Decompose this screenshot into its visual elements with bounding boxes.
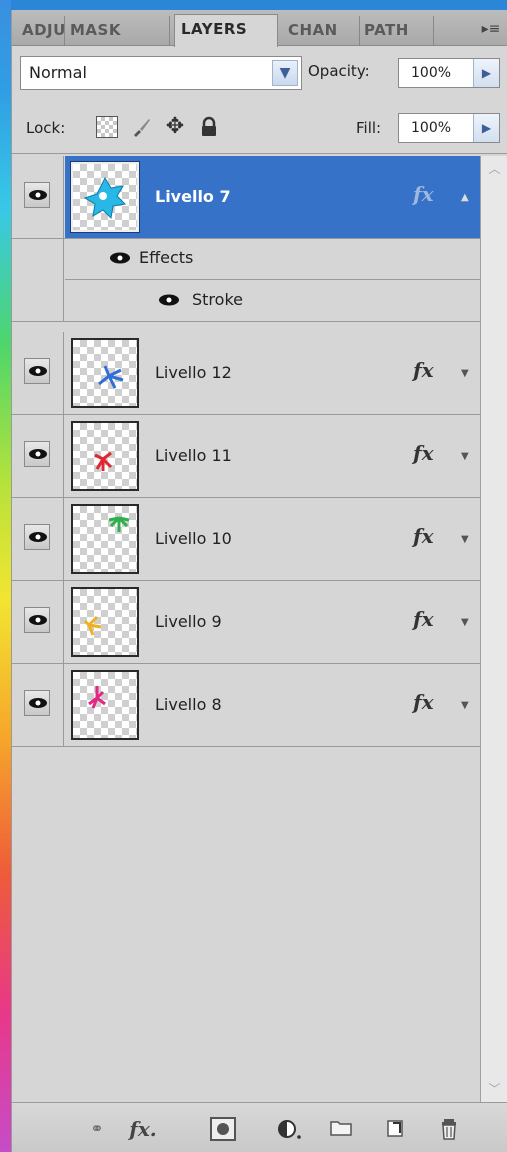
opacity-value: 100% (411, 65, 452, 81)
layers-list: Livello 7 fx ▲ Effects Stroke Livello 12… (12, 156, 480, 747)
expand-effects-icon[interactable]: ▼ (461, 700, 469, 711)
layer-name: Livello 8 (155, 695, 222, 714)
fill-slider-arrow-icon[interactable]: ▶ (473, 114, 499, 142)
expand-effects-icon[interactable]: ▼ (461, 617, 469, 628)
blend-mode-value: Normal (29, 63, 87, 82)
visibility-column (12, 238, 64, 321)
lock-label: Lock: (26, 119, 66, 137)
opacity-label: Opacity: (308, 62, 370, 80)
layer-row[interactable]: Livello 9 fx ▼ (12, 581, 480, 664)
collapse-effects-icon[interactable]: ▲ (461, 192, 469, 203)
layer-thumbnail (71, 670, 139, 740)
effects-label: Effects (139, 248, 194, 267)
layers-bottom-toolbar: ⚭ fx. (12, 1102, 507, 1152)
opacity-field[interactable]: 100% ▶ (398, 58, 500, 88)
stroke-label: Stroke (192, 290, 243, 309)
layer-name: Livello 12 (155, 363, 232, 382)
new-adjustment-layer-icon[interactable] (274, 1117, 304, 1141)
lock-row: Lock: ✥ Fill: 100% ▶ (12, 102, 507, 154)
layer-row[interactable]: Livello 11 fx ▼ (12, 415, 480, 498)
layer-row[interactable]: Livello 8 fx ▼ (12, 664, 480, 747)
effects-row[interactable]: Effects (65, 238, 480, 280)
eye-icon[interactable] (24, 690, 50, 716)
lock-all-padlock-icon[interactable] (198, 116, 220, 138)
expand-effects-icon[interactable]: ▼ (461, 534, 469, 545)
tab-masks[interactable]: MASK (66, 16, 170, 46)
new-layer-icon[interactable] (382, 1117, 408, 1141)
layer-effects-icon[interactable]: fx (413, 441, 434, 465)
panel-tabs: ADJU MASK LAYERS CHAN PATH ▸≡ (12, 10, 507, 47)
layer-name: Livello 10 (155, 529, 232, 548)
layer-effects-icon[interactable]: fx (413, 524, 434, 548)
layer-body[interactable]: Livello 7 fx ▲ (65, 156, 480, 238)
layer-row[interactable]: Livello 7 fx ▲ (12, 156, 480, 239)
fill-label: Fill: (356, 119, 382, 137)
blend-mode-select[interactable]: Normal ▼ (20, 56, 302, 90)
layer-effects-icon[interactable]: fx (413, 358, 434, 382)
expand-effects-icon[interactable]: ▼ (461, 451, 469, 462)
fill-value: 100% (411, 120, 452, 136)
layer-body[interactable]: Livello 12 fx ▼ (65, 332, 480, 414)
layer-effects-icon[interactable]: fx (413, 182, 434, 206)
layer-effects-icon[interactable]: fx (413, 607, 434, 631)
new-group-folder-icon[interactable] (328, 1117, 354, 1141)
eye-icon[interactable] (24, 607, 50, 633)
lock-transparent-pixels-icon[interactable] (96, 116, 118, 138)
tab-layers[interactable]: LAYERS (174, 14, 278, 47)
tab-channels[interactable]: CHAN (282, 16, 360, 46)
layer-thumbnail (71, 421, 139, 491)
fill-field[interactable]: 100% ▶ (398, 113, 500, 143)
layer-thumbnail (71, 338, 139, 408)
layers-panel: ADJU MASK LAYERS CHAN PATH ▸≡ Normal ▼ O… (11, 10, 507, 1152)
add-layer-style-icon[interactable]: fx. (122, 1117, 164, 1141)
layer-body[interactable]: Livello 9 fx ▼ (65, 581, 480, 663)
layer-name: Livello 11 (155, 446, 232, 465)
eye-icon[interactable] (24, 441, 50, 467)
add-layer-mask-icon[interactable] (210, 1117, 236, 1141)
layer-thumbnail (71, 587, 139, 657)
scroll-up-icon[interactable]: ︿ (483, 158, 506, 180)
layer-thumbnail (70, 161, 140, 233)
blend-row: Normal ▼ Opacity: 100% ▶ (12, 48, 507, 98)
layer-body[interactable]: Livello 8 fx ▼ (65, 664, 480, 746)
tab-paths[interactable]: PATH (360, 16, 434, 46)
chevron-down-icon[interactable]: ▼ (272, 60, 298, 86)
link-layers-icon[interactable]: ⚭ (82, 1117, 112, 1141)
layer-effects-icon[interactable]: fx (413, 690, 434, 714)
effect-stroke-row[interactable]: Stroke (88, 280, 480, 322)
eye-icon[interactable] (24, 524, 50, 550)
layer-name: Livello 9 (155, 612, 222, 631)
layers-scrollbar[interactable]: ︿ ﹀ (480, 156, 507, 1102)
tab-adjustments[interactable]: ADJU (18, 16, 65, 46)
eye-icon[interactable] (24, 358, 50, 384)
stroke-eye-icon[interactable] (158, 292, 180, 311)
layer-effects-block: Effects Stroke (12, 238, 480, 322)
desktop-background-strip (0, 0, 11, 1152)
layer-body[interactable]: Livello 10 fx ▼ (65, 498, 480, 580)
scroll-down-icon[interactable]: ﹀ (483, 1078, 506, 1100)
panel-menu-icon[interactable]: ▸≡ (480, 20, 502, 38)
lock-position-move-icon[interactable]: ✥ (164, 116, 186, 138)
layer-row[interactable]: Livello 10 fx ▼ (12, 498, 480, 581)
eye-icon[interactable] (24, 182, 50, 208)
layer-name: Livello 7 (155, 187, 231, 206)
opacity-slider-arrow-icon[interactable]: ▶ (473, 59, 499, 87)
delete-layer-trash-icon[interactable] (436, 1117, 462, 1141)
effects-eye-icon[interactable] (109, 250, 131, 269)
lock-image-pixels-brush-icon[interactable] (130, 116, 152, 138)
expand-effects-icon[interactable]: ▼ (461, 368, 469, 379)
layer-body[interactable]: Livello 11 fx ▼ (65, 415, 480, 497)
layer-thumbnail (71, 504, 139, 574)
layer-row[interactable]: Livello 12 fx ▼ (12, 332, 480, 415)
window-top-edge (0, 0, 507, 10)
add-layer-style-label: fx (129, 1117, 150, 1141)
